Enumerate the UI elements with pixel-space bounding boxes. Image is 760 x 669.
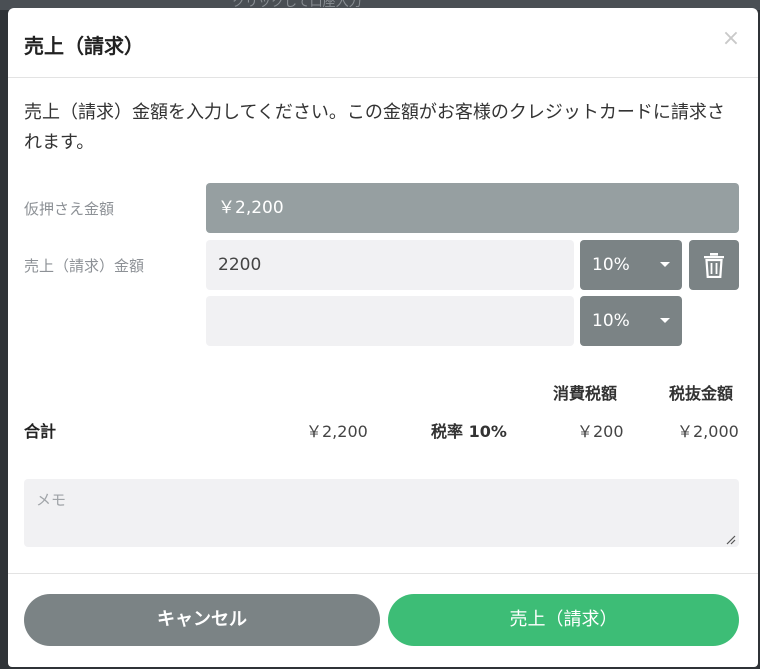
submit-sales-button[interactable]: 売上（請求）	[388, 594, 739, 646]
authorization-amount-value: ￥2,200	[206, 183, 739, 233]
tax-amount-header: 消費税額	[553, 384, 618, 403]
sales-amount-label: 売上（請求）金額	[24, 257, 145, 275]
authorization-amount-label: 仮押さえ金額	[24, 200, 115, 218]
tax-rate-summary: 税率 10%	[431, 422, 507, 441]
caret-down-icon	[660, 262, 670, 267]
tax-rate-select-value: 10%	[592, 311, 630, 331]
close-icon[interactable]: ×	[721, 27, 741, 51]
tax-rate-select-value: 10%	[592, 255, 630, 275]
dialog-title: 売上（請求）	[24, 34, 144, 58]
sales-dialog: 売上（請求） × 売上（請求）金額を入力してください。この金額がお客様のクレジッ…	[8, 8, 758, 667]
sales-amount-input-1[interactable]	[206, 240, 574, 290]
total-amount: ￥2,200	[306, 422, 368, 441]
cancel-button[interactable]: キャンセル	[24, 594, 380, 646]
total-label: 合計	[24, 422, 57, 441]
resize-handle-icon[interactable]	[726, 535, 736, 545]
dialog-description: 売上（請求）金額を入力してください。この金額がお客様のクレジットカードに請求され…	[24, 102, 725, 153]
tax-rate-select-2[interactable]: 10%	[580, 296, 682, 346]
dialog-footer: キャンセル 売上（請求）	[8, 573, 758, 667]
net-amount-header: 税抜金額	[669, 384, 734, 403]
caret-down-icon	[660, 318, 670, 323]
tax-rate-select-1[interactable]: 10%	[580, 240, 682, 290]
memo-textarea[interactable]	[24, 479, 739, 547]
net-amount-value: ￥2,000	[677, 422, 739, 441]
delete-row-button[interactable]	[689, 240, 739, 290]
sales-amount-input-2[interactable]	[206, 296, 574, 346]
trash-icon	[704, 253, 724, 278]
tax-amount-value: ￥200	[577, 422, 624, 441]
dialog-header: 売上（請求） ×	[8, 8, 758, 78]
